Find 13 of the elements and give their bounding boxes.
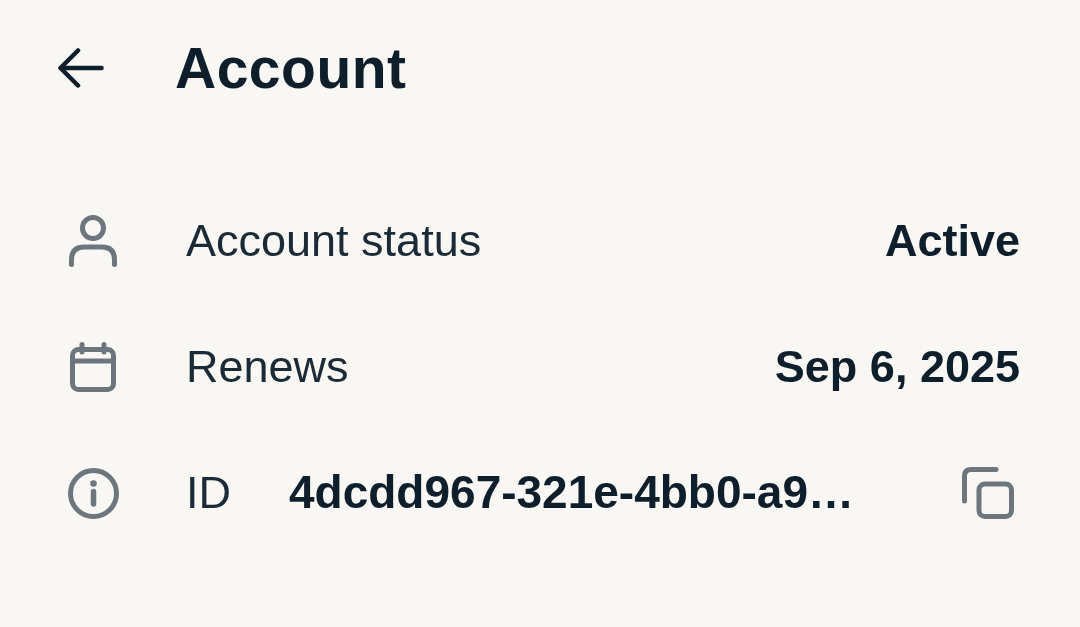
calendar-icon xyxy=(70,342,116,392)
back-button[interactable] xyxy=(58,48,104,88)
field-label: Account status xyxy=(186,214,482,268)
info-icon xyxy=(67,467,119,519)
field-value: Active xyxy=(884,214,1020,268)
page-title: Account xyxy=(175,34,407,102)
person-icon xyxy=(68,215,118,267)
id-value: 4dcdd967-321e-4bb0-a9… xyxy=(289,465,855,521)
copy-button[interactable] xyxy=(962,467,1014,519)
field-label: ID xyxy=(186,466,231,520)
copy-icon xyxy=(962,467,1014,519)
field-value: Sep 6, 2025 xyxy=(774,340,1020,394)
field-label: Renews xyxy=(186,340,349,394)
